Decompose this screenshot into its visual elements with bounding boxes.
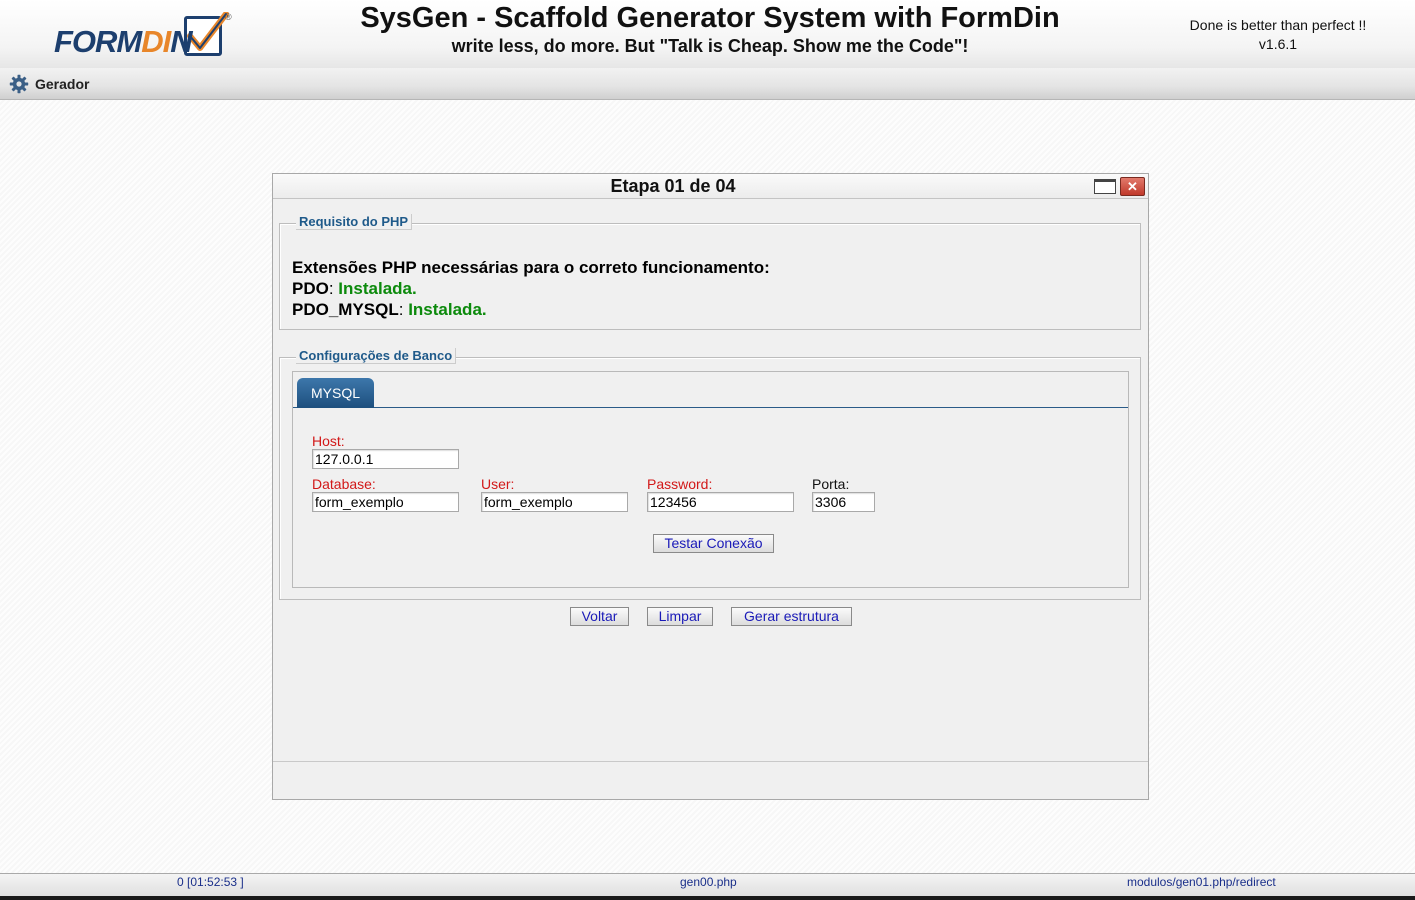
php-extension-row: PDO_MYSQL: Instalada. bbox=[292, 299, 770, 320]
menu-bar: Gerador bbox=[0, 68, 1415, 100]
extension-separator: : bbox=[328, 279, 339, 298]
close-icon[interactable]: ✕ bbox=[1120, 177, 1145, 196]
porta-field[interactable] bbox=[812, 492, 875, 512]
extension-status: Instalada. bbox=[338, 279, 417, 298]
extension-name: PDO_MYSQL bbox=[292, 300, 399, 319]
maximize-icon[interactable] bbox=[1094, 179, 1116, 194]
database-field[interactable] bbox=[312, 492, 459, 512]
porta-label: Porta: bbox=[812, 476, 850, 492]
gear-icon bbox=[9, 74, 29, 94]
menu-item-label: Gerador bbox=[35, 76, 90, 92]
php-requirements-fieldset: Requisito do PHP Extensões PHP necessári… bbox=[279, 214, 1141, 330]
password-field[interactable] bbox=[647, 492, 794, 512]
extension-status: Instalada. bbox=[408, 300, 487, 319]
window-footer-divider bbox=[273, 761, 1148, 762]
back-button[interactable]: Voltar bbox=[570, 607, 629, 626]
app-version: v1.6.1 bbox=[1258, 36, 1298, 52]
wizard-window: Etapa 01 de 04 ✕ Requisito do PHP Extens… bbox=[272, 173, 1149, 800]
php-extension-row: PDO: Instalada. bbox=[292, 278, 770, 299]
host-field[interactable] bbox=[312, 449, 459, 469]
menu-item-gerador[interactable]: Gerador bbox=[9, 73, 89, 95]
window-title: Etapa 01 de 04 bbox=[610, 176, 736, 196]
database-config-fieldset: Configurações de Banco MYSQL Host: Datab… bbox=[279, 348, 1141, 600]
clear-button[interactable]: Limpar bbox=[647, 607, 713, 626]
php-extensions-list: Extensões PHP necessárias para o correto… bbox=[292, 257, 770, 320]
host-label: Host: bbox=[312, 433, 345, 449]
status-current-page: gen00.php bbox=[680, 875, 737, 889]
tab-strip: MYSQL bbox=[293, 372, 1128, 408]
user-label: User: bbox=[481, 476, 515, 492]
status-route: modulos/gen01.php/redirect bbox=[1127, 875, 1276, 889]
bottom-edge bbox=[0, 896, 1415, 900]
header-motto: Done is better than perfect !! bbox=[1189, 17, 1367, 33]
app-header: FORMDIN ® SysGen - Scaffold Generator Sy… bbox=[0, 0, 1415, 68]
generate-structure-button[interactable]: Gerar estrutura bbox=[731, 607, 852, 626]
php-requirements-legend: Requisito do PHP bbox=[296, 214, 413, 230]
php-extensions-heading: Extensões PHP necessárias para o correto… bbox=[292, 258, 770, 277]
extension-separator: : bbox=[398, 300, 409, 319]
test-connection-button[interactable]: Testar Conexão bbox=[653, 534, 774, 553]
user-field[interactable] bbox=[481, 492, 628, 512]
database-config-legend: Configurações de Banco bbox=[296, 348, 457, 364]
status-timer: 0 [01:52:53 ] bbox=[177, 875, 244, 889]
database-tabpanel: MYSQL Host: Database: User: Password: Po… bbox=[292, 371, 1129, 588]
tab-mysql[interactable]: MYSQL bbox=[297, 378, 374, 408]
extension-name: PDO bbox=[292, 279, 329, 298]
database-label: Database: bbox=[312, 476, 376, 492]
window-titlebar[interactable]: Etapa 01 de 04 ✕ bbox=[273, 174, 1148, 199]
password-label: Password: bbox=[647, 476, 713, 492]
